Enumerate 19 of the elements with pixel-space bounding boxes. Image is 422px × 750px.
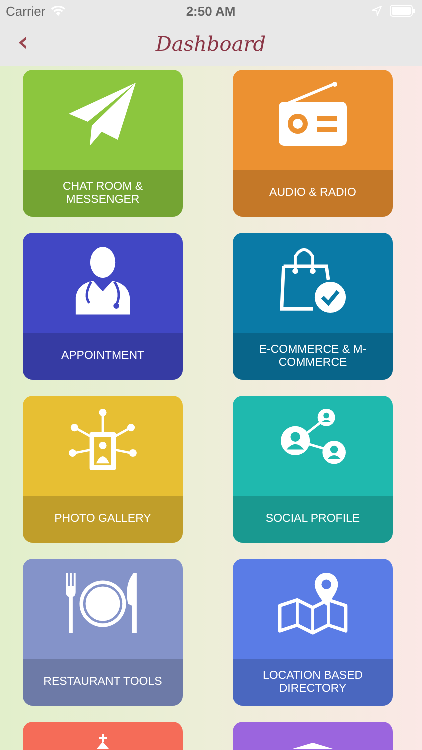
dashboard-tile[interactable]: AUDIO & RADIO: [233, 70, 393, 217]
tile-label: E-COMMERCE & M-COMMERCE: [258, 344, 368, 370]
tile-label: SOCIAL PROFILE: [266, 513, 360, 526]
dashboard-tile[interactable]: CHAT ROOM & MESSENGER: [23, 70, 183, 217]
status-time: 2:50 AM: [186, 4, 236, 18]
tile-label: PHOTO GALLERY: [54, 513, 152, 526]
dashboard-tile[interactable]: E-COMMERCE & M-COMMERCE: [233, 233, 393, 380]
dashboard-tile[interactable]: RESTAURANT TOOLS: [23, 559, 183, 706]
dashboard-tile[interactable]: PHOTO GALLERY: [23, 396, 183, 543]
dashboard-tile[interactable]: SOCIAL PROFILE: [233, 396, 393, 543]
tile-label: LOCATION BASED DIRECTORY: [262, 670, 364, 696]
tile-label: APPOINTMENT: [61, 350, 145, 363]
tile-label: AUDIO & RADIO: [270, 187, 356, 200]
dashboard-tile[interactable]: LOCATION BASED DIRECTORY: [233, 559, 393, 706]
tile-label: CHAT ROOM & MESSENGER: [62, 180, 144, 206]
tile-label: RESTAURANT TOOLS: [44, 676, 162, 689]
dashboard-tile[interactable]: APPOINTMENT: [23, 233, 183, 380]
carrier-name: Carrier: [6, 4, 46, 18]
screen-title: Dashboard: [156, 32, 266, 56]
